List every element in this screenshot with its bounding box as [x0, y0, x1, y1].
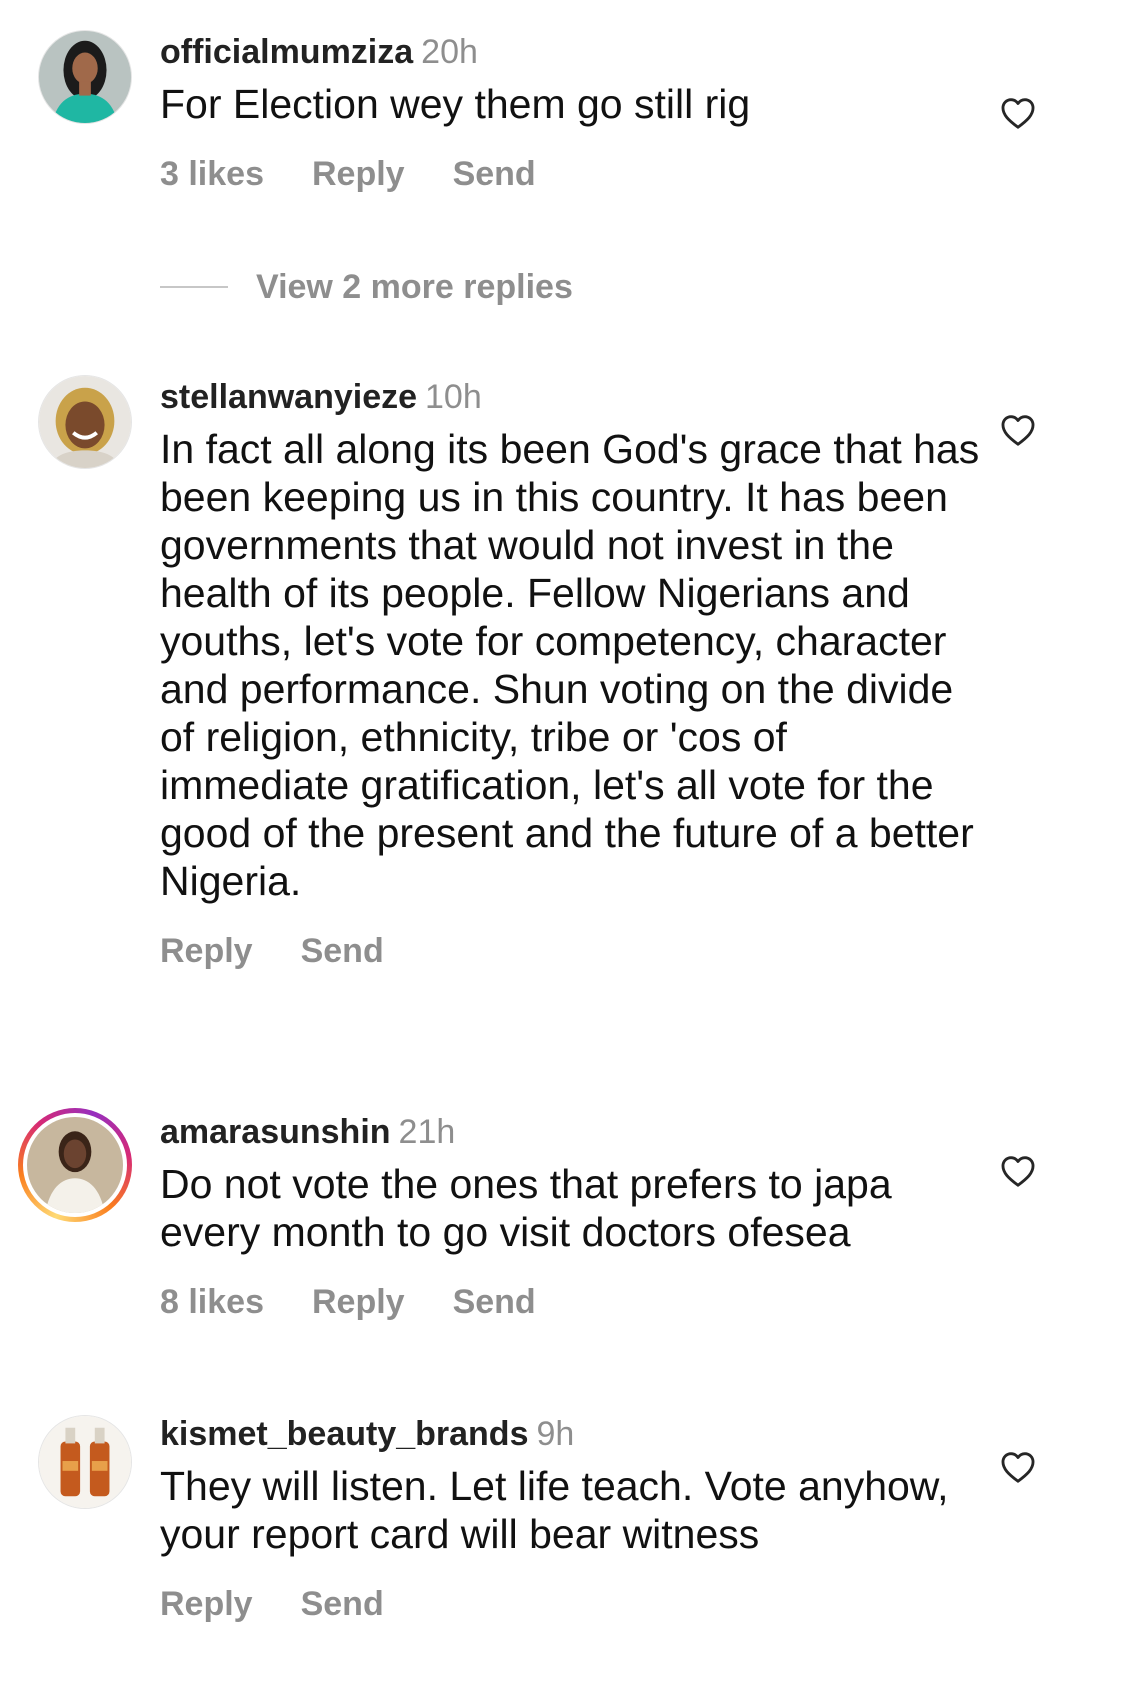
- avatar[interactable]: [38, 30, 132, 124]
- comment-text: In fact all along its been God's grace t…: [160, 426, 980, 904]
- comment-text: They will listen. Let life teach. Vote a…: [160, 1463, 949, 1557]
- comment-actions: 3 likes Reply Send: [160, 152, 980, 196]
- avatar[interactable]: [38, 375, 132, 469]
- comment-actions: Reply Send: [160, 929, 980, 973]
- like-heart-icon[interactable]: [999, 411, 1037, 449]
- likes-count[interactable]: 3 likes: [160, 155, 264, 193]
- avatar-with-story-ring[interactable]: [18, 1108, 132, 1222]
- like-heart-icon[interactable]: [999, 94, 1037, 132]
- avatar[interactable]: [38, 1415, 132, 1509]
- profile-photo-icon: [27, 1117, 123, 1213]
- username[interactable]: stellanwanyieze: [160, 378, 417, 416]
- comment-actions: 8 likes Reply Send: [160, 1280, 980, 1324]
- comment-text: Do not vote the ones that prefers to jap…: [160, 1161, 892, 1255]
- reply-button[interactable]: Reply: [312, 155, 405, 193]
- comment-text: For Election wey them go still rig: [160, 81, 751, 127]
- profile-photo-icon: [39, 1416, 131, 1508]
- send-button[interactable]: Send: [301, 932, 384, 970]
- timestamp: 21h: [398, 1113, 456, 1151]
- username[interactable]: officialmumziza: [160, 33, 413, 71]
- like-heart-icon[interactable]: [999, 1152, 1037, 1190]
- timestamp: 20h: [421, 33, 478, 71]
- comments-list: officialmumziza 20h For Election wey them…: [0, 0, 1125, 1696]
- timestamp: 9h: [536, 1415, 575, 1453]
- comment-actions: Reply Send: [160, 1582, 980, 1626]
- timestamp: 10h: [425, 378, 482, 416]
- likes-count[interactable]: 8 likes: [160, 1283, 264, 1321]
- reply-button[interactable]: Reply: [312, 1283, 405, 1321]
- username[interactable]: kismet_beauty_brands: [160, 1415, 529, 1453]
- send-button[interactable]: Send: [453, 1283, 536, 1321]
- divider-line: [160, 286, 228, 288]
- like-heart-icon[interactable]: [999, 1448, 1037, 1486]
- username[interactable]: amarasunshin: [160, 1113, 391, 1151]
- reply-button[interactable]: Reply: [160, 932, 253, 970]
- view-more-replies-button[interactable]: View 2 more replies: [160, 265, 573, 309]
- reply-button[interactable]: Reply: [160, 1585, 253, 1623]
- view-more-replies-label: View 2 more replies: [256, 267, 573, 306]
- profile-photo-icon: [39, 31, 131, 123]
- send-button[interactable]: Send: [301, 1585, 384, 1623]
- send-button[interactable]: Send: [453, 155, 536, 193]
- profile-photo-icon: [39, 376, 131, 468]
